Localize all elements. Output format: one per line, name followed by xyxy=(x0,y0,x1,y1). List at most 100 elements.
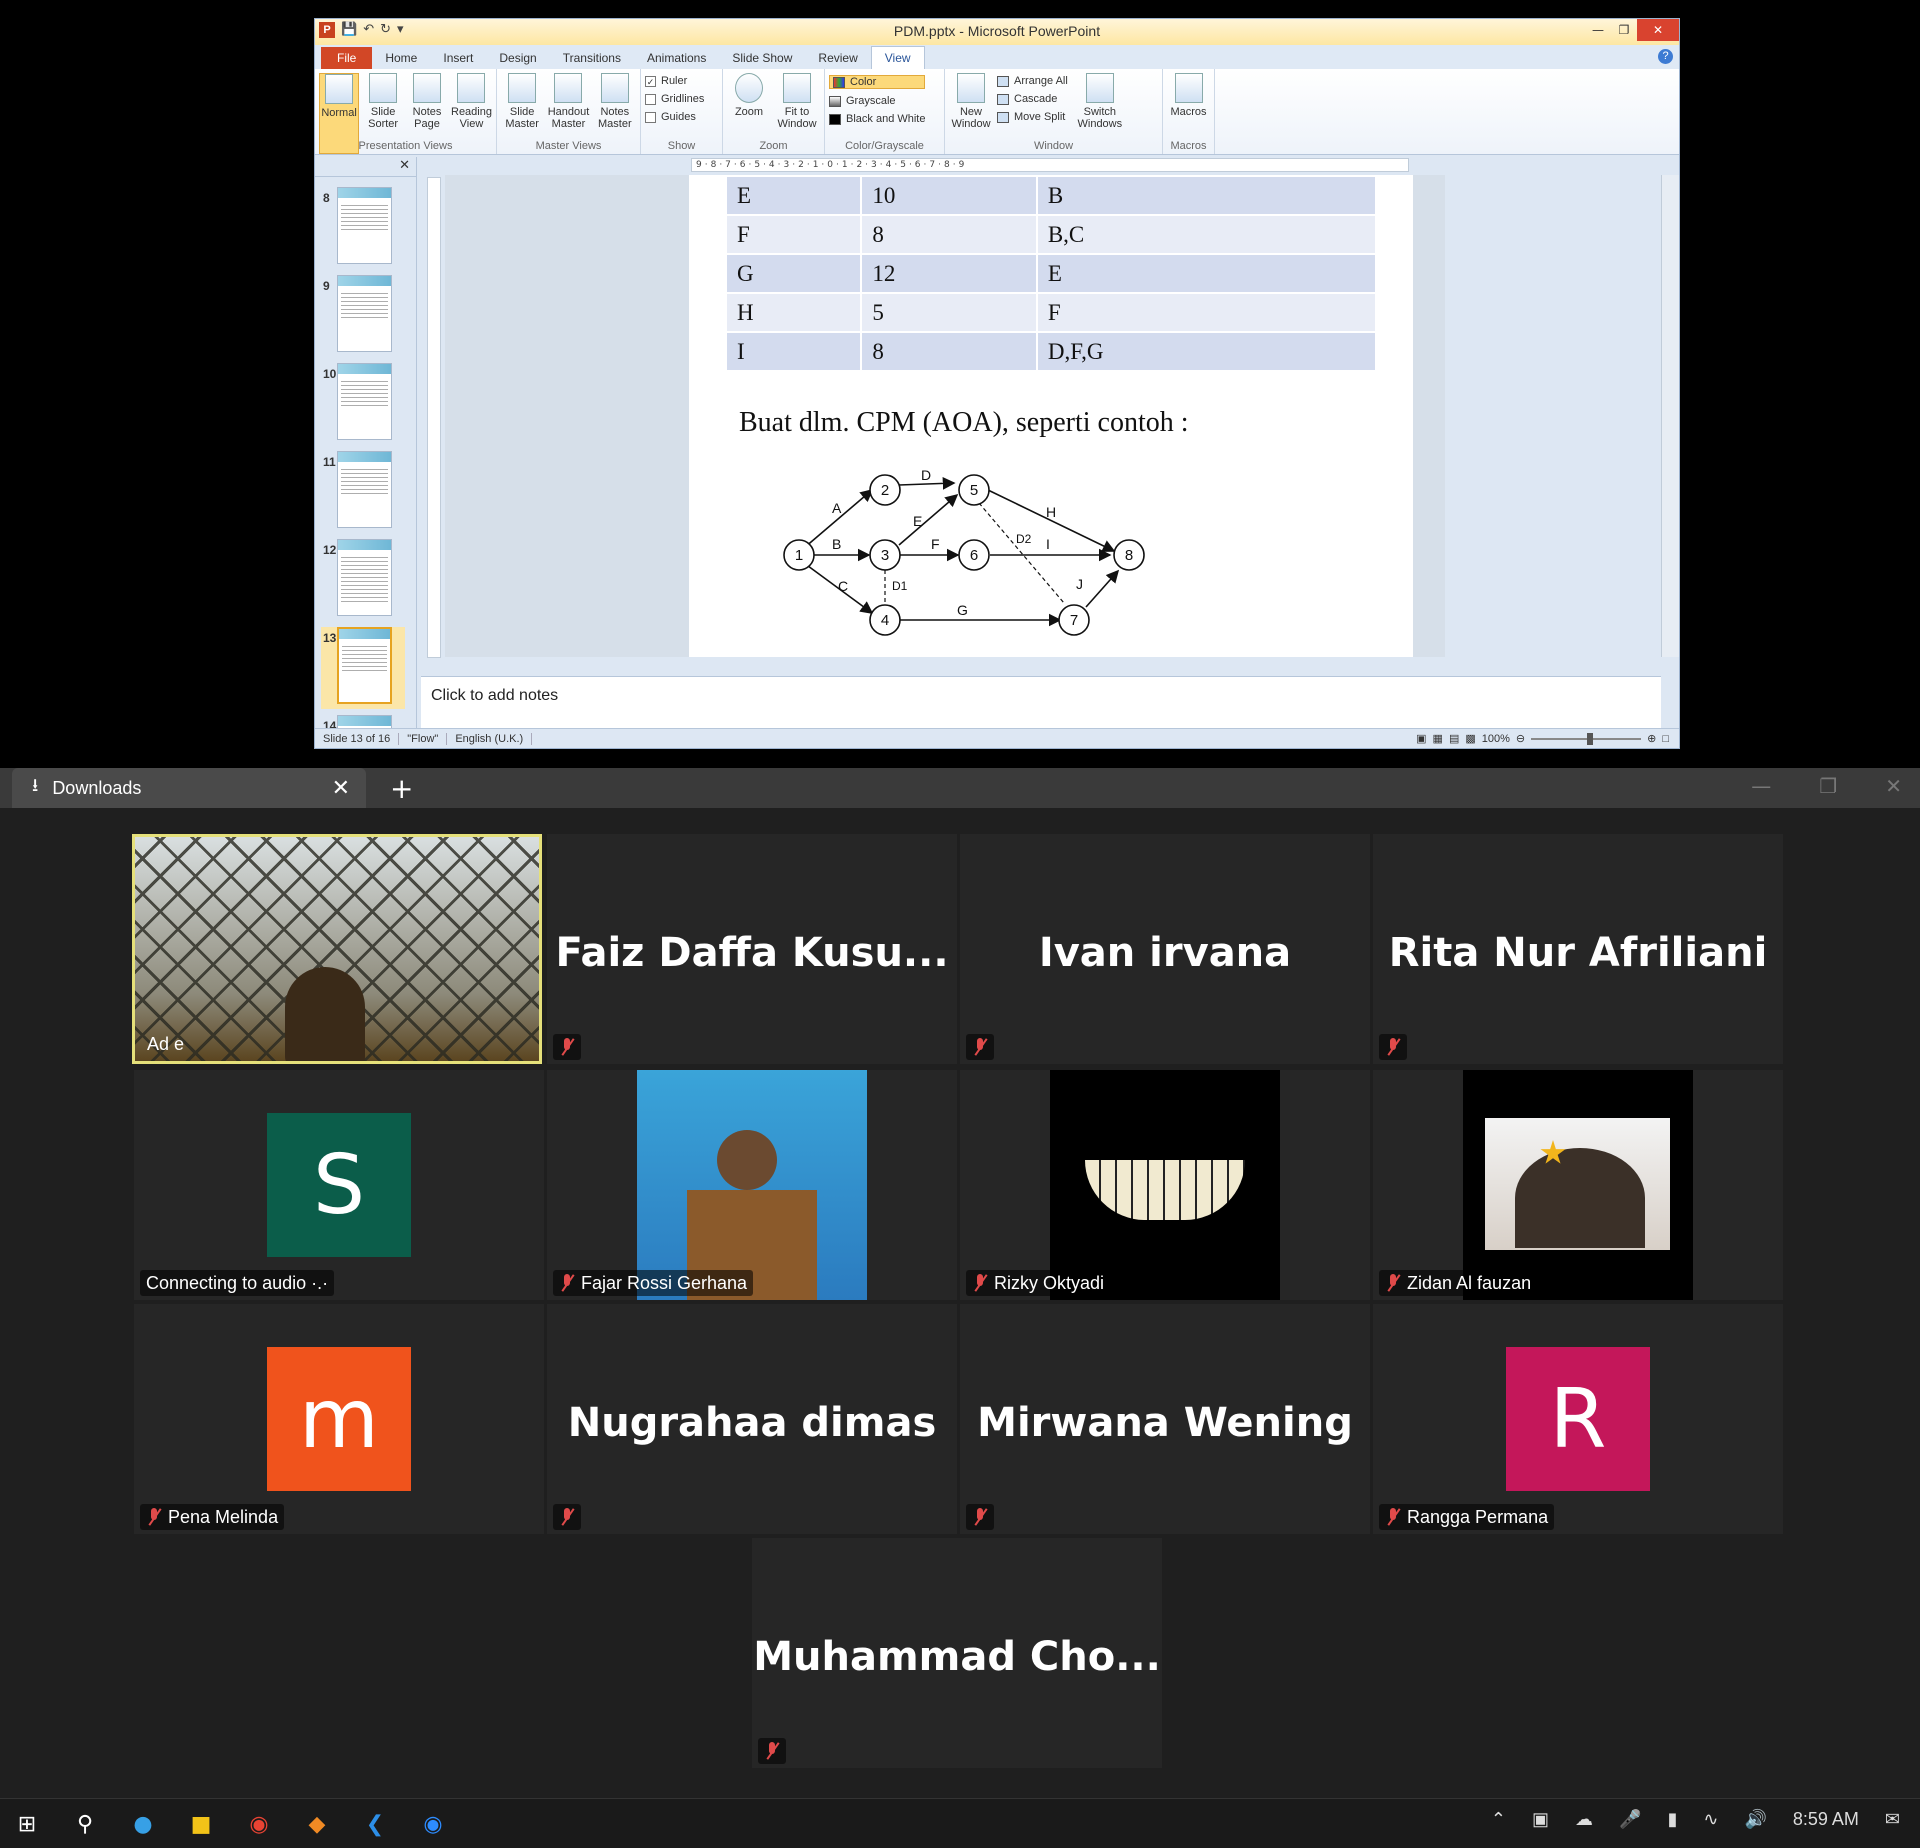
edge-d xyxy=(898,477,956,490)
table-row: F 8 B,C xyxy=(727,216,1375,253)
tab-file[interactable]: File xyxy=(321,47,373,69)
muted-mic-icon xyxy=(1385,1273,1401,1293)
vscode-icon[interactable]: ❮ xyxy=(358,1807,392,1841)
gridlines-checkbox[interactable]: Gridlines xyxy=(645,93,704,105)
battery-icon[interactable]: ▮ xyxy=(1667,1809,1677,1830)
grayscale-button[interactable]: Grayscale xyxy=(829,95,925,107)
dummy-label: D1 xyxy=(892,579,908,593)
notes-placeholder: Click to add notes xyxy=(431,687,559,704)
reading-view-icon[interactable]: ▤ xyxy=(1449,732,1459,745)
zoom-level[interactable]: 100% xyxy=(1482,733,1510,745)
window-tab-bar: ⭳ Downloads ✕ + — ❐ ✕ xyxy=(0,768,1920,808)
participant-name: Rangga Permana xyxy=(1407,1506,1549,1527)
color-button[interactable]: Color xyxy=(829,75,926,89)
status-bar: Slide 13 of 16 "Flow" English (U.K.) ▣ ▦… xyxy=(315,728,1679,748)
downloads-tab[interactable]: ⭳ Downloads ✕ xyxy=(12,768,366,808)
table-row: I 8 D,F,G xyxy=(727,333,1375,370)
onedrive-cloud-icon[interactable]: ☁ xyxy=(1575,1809,1593,1830)
language-indicator[interactable]: English (U.K.) xyxy=(455,733,523,745)
participant-tile[interactable]: Rizky Oktyadi xyxy=(960,1070,1370,1300)
tab-slide-show[interactable]: Slide Show xyxy=(719,47,805,69)
slide-thumbnails-panel[interactable]: ✕ 8 9 10 11 12 13 14 xyxy=(315,157,417,737)
zoom-slider[interactable] xyxy=(1531,732,1642,745)
participant-tile[interactable]: Zidan Al fauzan xyxy=(1373,1070,1783,1300)
tab-home[interactable]: Home xyxy=(372,47,430,69)
slide-counter: Slide 13 of 16 xyxy=(323,732,391,745)
thumbnail-slide-13[interactable]: 13 xyxy=(321,627,405,709)
participant-tile[interactable]: Fajar Rossi Gerhana xyxy=(547,1070,957,1300)
participant-tile-video[interactable]: Ad e xyxy=(132,834,542,1064)
chrome-icon[interactable]: ◉ xyxy=(242,1807,276,1841)
minimize-button[interactable]: — xyxy=(1751,774,1771,798)
minimize-button[interactable]: — xyxy=(1585,19,1611,41)
wifi-icon[interactable]: ∿ xyxy=(1703,1809,1718,1830)
tab-design[interactable]: Design xyxy=(486,47,549,69)
participant-tile[interactable]: Mirwana Wening xyxy=(960,1304,1370,1534)
zoom-app-icon[interactable]: ◉ xyxy=(416,1807,450,1841)
volume-icon[interactable]: 🔊 xyxy=(1744,1809,1766,1830)
thumbnail-slide-11[interactable]: 11 xyxy=(321,451,405,533)
participant-tile[interactable]: Ivan irvana xyxy=(960,834,1370,1064)
slide[interactable]: E 10 B F 8 B,C G 12 E H5F I 8 D,F,G Buat dlm. CP… xyxy=(689,175,1413,657)
new-tab-icon[interactable]: + xyxy=(390,772,413,805)
participant-tile[interactable]: Nugrahaa dimas xyxy=(547,1304,957,1534)
start-windows-icon[interactable]: ⊞ xyxy=(10,1807,44,1841)
participant-name: Ivan irvana xyxy=(1038,930,1292,976)
edge-browser-icon[interactable]: ● xyxy=(126,1807,160,1841)
thumbnail-slide-10[interactable]: 10 xyxy=(321,363,405,445)
node-label: 5 xyxy=(970,482,978,499)
participant-tile[interactable]: S Connecting to audio ·.· xyxy=(134,1070,544,1300)
arrange-all-button[interactable]: Arrange All xyxy=(997,75,1068,87)
microphone-icon[interactable]: 🎤 xyxy=(1619,1809,1641,1830)
close-pane-icon[interactable]: ✕ xyxy=(399,158,410,173)
guides-checkbox[interactable]: Guides xyxy=(645,111,704,123)
participant-tile[interactable]: R Rangga Permana xyxy=(1373,1304,1783,1534)
chevron-up-icon[interactable]: ⌃ xyxy=(1491,1809,1506,1830)
slide-show-icon[interactable]: ▩ xyxy=(1465,732,1475,745)
audio-status: Connecting to audio ·.· xyxy=(146,1272,329,1293)
participant-tile[interactable]: m Pena Melinda xyxy=(134,1304,544,1534)
participant-tile[interactable]: Rita Nur Afriliani xyxy=(1373,834,1783,1064)
slide-vertical-scrollbar[interactable] xyxy=(1661,175,1679,657)
participant-tile[interactable]: Muhammad Cho... xyxy=(752,1538,1162,1768)
thumbnail-slide-8[interactable]: 8 xyxy=(321,187,405,269)
participant-tile[interactable]: Faiz Daffa Kusu... xyxy=(547,834,957,1064)
ruler-checkbox[interactable]: ✓ Ruler xyxy=(645,75,704,87)
muted-mic-icon xyxy=(1385,1037,1401,1057)
black-and-white-button[interactable]: Black and White xyxy=(829,113,925,125)
muted-mic-icon xyxy=(559,1507,575,1527)
restore-button[interactable]: ❐ xyxy=(1611,19,1637,41)
notifications-icon[interactable]: ✉ xyxy=(1885,1809,1900,1830)
fit-slide-icon[interactable]: □ xyxy=(1662,733,1669,745)
participant-name: Pena Melinda xyxy=(168,1506,279,1527)
move-split-button[interactable]: Move Split xyxy=(997,111,1068,123)
close-button[interactable]: ✕ xyxy=(1885,774,1902,798)
file-explorer-icon[interactable]: ■ xyxy=(184,1807,218,1841)
participant-name: Zidan Al fauzan xyxy=(1407,1272,1532,1293)
thumbnail-slide-9[interactable]: 9 xyxy=(321,275,405,357)
help-icon[interactable]: ? xyxy=(1658,49,1673,64)
close-button[interactable]: ✕ xyxy=(1637,19,1679,41)
cascade-button[interactable]: Cascade xyxy=(997,93,1068,105)
notes-pane[interactable]: Click to add notes xyxy=(421,676,1661,728)
zoom-out-icon[interactable]: ⊖ xyxy=(1516,732,1525,745)
close-tab-icon[interactable]: ✕ xyxy=(332,775,350,801)
tab-animations[interactable]: Animations xyxy=(634,47,719,69)
search-icon[interactable]: ⚲ xyxy=(68,1807,102,1841)
group-master-views: Slide Master Handout Master Notes Master… xyxy=(497,69,641,154)
slide-sorter-icon[interactable]: ▦ xyxy=(1433,732,1443,745)
tab-view[interactable]: View xyxy=(870,46,925,69)
avatar: S xyxy=(267,1113,411,1257)
tab-review[interactable]: Review xyxy=(805,47,870,69)
meet-now-icon[interactable]: ▣ xyxy=(1532,1809,1549,1830)
powerpoint-window: P 💾 ↶ ↻ ▾ PDM.pptx - Microsoft PowerPoin… xyxy=(314,18,1680,749)
maximize-button[interactable]: ❐ xyxy=(1819,774,1837,798)
clock[interactable]: 8:59 AM xyxy=(1793,1809,1859,1830)
sublime-text-icon[interactable]: ◆ xyxy=(300,1807,334,1841)
participant-name: Rita Nur Afriliani xyxy=(1388,930,1768,976)
tab-transitions[interactable]: Transitions xyxy=(550,47,634,69)
tab-insert[interactable]: Insert xyxy=(430,47,486,69)
normal-view-icon[interactable]: ▣ xyxy=(1416,732,1426,745)
zoom-in-icon[interactable]: ⊕ xyxy=(1647,732,1656,745)
thumbnail-slide-12[interactable]: 12 xyxy=(321,539,405,621)
